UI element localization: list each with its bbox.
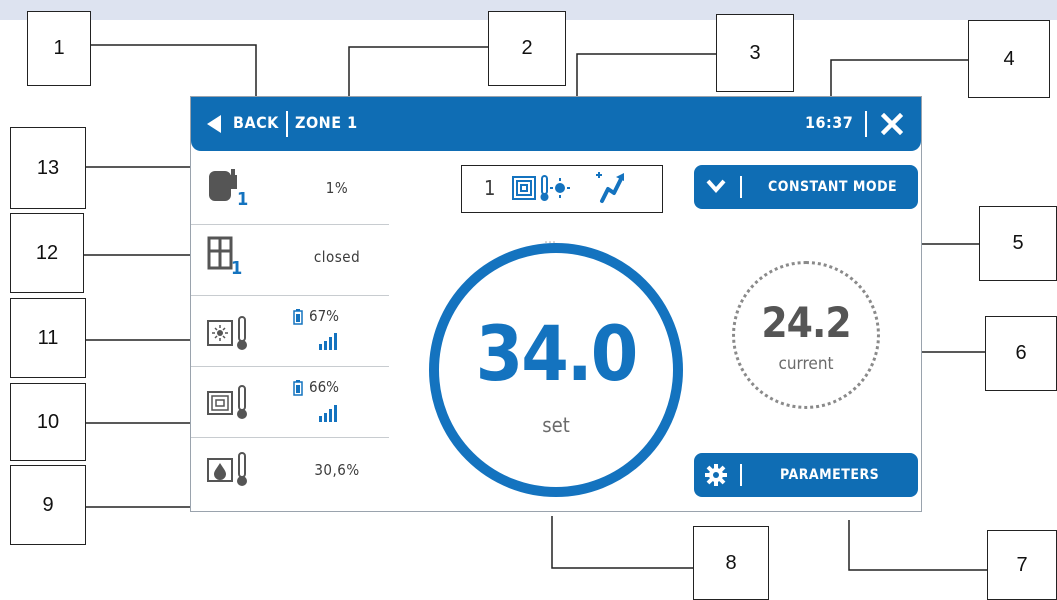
current-temperature-indicator: 24.2 current <box>732 261 880 409</box>
window-status-value: closed <box>313 248 361 266</box>
chevron-down-icon <box>706 179 726 193</box>
floor-sensor-thermometer-icon <box>207 385 247 419</box>
leader-line-8 <box>551 516 693 569</box>
zone-status-number: 1 <box>484 176 496 200</box>
floor-sensor-battery-value: 66% <box>309 378 339 396</box>
back-button[interactable]: BACK <box>233 113 279 132</box>
window-sensor-badge: 1 <box>231 258 243 279</box>
callout-1: 1 <box>27 11 91 86</box>
set-temperature-value: 34.0 <box>475 309 639 398</box>
callout-2: 2 <box>488 11 566 86</box>
callout-10: 10 <box>10 383 86 461</box>
actuator-badge: 1 <box>237 189 249 210</box>
signal-icon <box>319 405 337 422</box>
mode-select-button[interactable]: CONSTANT MODE <box>694 165 918 209</box>
clock: 16:37 <box>805 113 854 132</box>
zone-status-box: 1 <box>461 165 663 213</box>
callout-7: 7 <box>987 530 1057 600</box>
mode-button-divider <box>740 176 742 198</box>
controller-screen: BACK ZONE 1 16:37 1 1% 1 closed 67% 66% … <box>190 96 922 512</box>
sidebar-row-humidity-sensor[interactable]: 30,6% <box>191 437 389 508</box>
header-bar: BACK ZONE 1 16:37 <box>191 97 921 151</box>
battery-icon <box>293 380 303 396</box>
leader-line-1 <box>90 44 257 96</box>
room-sensor-battery-value: 67% <box>309 307 339 325</box>
sidebar-row-actuator[interactable]: 1 1% <box>191 153 389 225</box>
thermometer-sun-icon <box>540 175 570 201</box>
close-icon[interactable] <box>881 113 903 135</box>
room-sensor-thermometer-icon <box>207 316 247 350</box>
callout-5: 5 <box>979 206 1057 281</box>
header-divider <box>286 111 288 137</box>
callout-12: 12 <box>10 213 84 293</box>
params-button-divider <box>740 464 742 486</box>
sidebar-row-window-sensor[interactable]: 1 closed <box>191 224 389 296</box>
battery-icon <box>293 309 303 325</box>
set-temperature-dial[interactable]: 34.0 set <box>429 243 683 497</box>
callout-8: 8 <box>693 526 769 600</box>
sidebar-row-room-sensor[interactable]: 67% <box>191 295 389 367</box>
callout-9: 9 <box>10 465 86 545</box>
current-temperature-label: current <box>778 354 834 374</box>
actuator-opening-value: 1% <box>325 179 349 197</box>
dial-top-handle: ··· <box>544 235 556 251</box>
parameters-button-label: PARAMETERS <box>780 467 880 483</box>
parameters-button[interactable]: PARAMETERS <box>694 453 918 497</box>
zone-title: ZONE 1 <box>295 113 358 132</box>
floor-heating-icon <box>512 176 536 200</box>
leader-line-2 <box>348 46 488 96</box>
gear-icon <box>705 464 727 486</box>
mode-button-label: CONSTANT MODE <box>768 179 898 195</box>
sidebar-row-floor-sensor[interactable]: 66% <box>191 366 389 438</box>
pump-icon <box>596 172 624 203</box>
leader-line-7 <box>848 520 987 571</box>
callout-6: 6 <box>985 316 1057 391</box>
current-temperature-value: 24.2 <box>761 298 851 347</box>
callout-11: 11 <box>10 298 86 378</box>
back-arrow-icon[interactable] <box>207 115 221 133</box>
signal-icon <box>319 333 337 350</box>
callout-13: 13 <box>10 127 86 209</box>
humidity-value: 30,6% <box>314 461 360 479</box>
header-divider-right <box>865 111 867 137</box>
callout-3: 3 <box>716 14 794 92</box>
leader-line-4 <box>830 59 968 96</box>
humidity-sensor-icon <box>207 452 247 486</box>
set-temperature-label: set <box>542 413 570 437</box>
callout-4: 4 <box>968 20 1050 98</box>
